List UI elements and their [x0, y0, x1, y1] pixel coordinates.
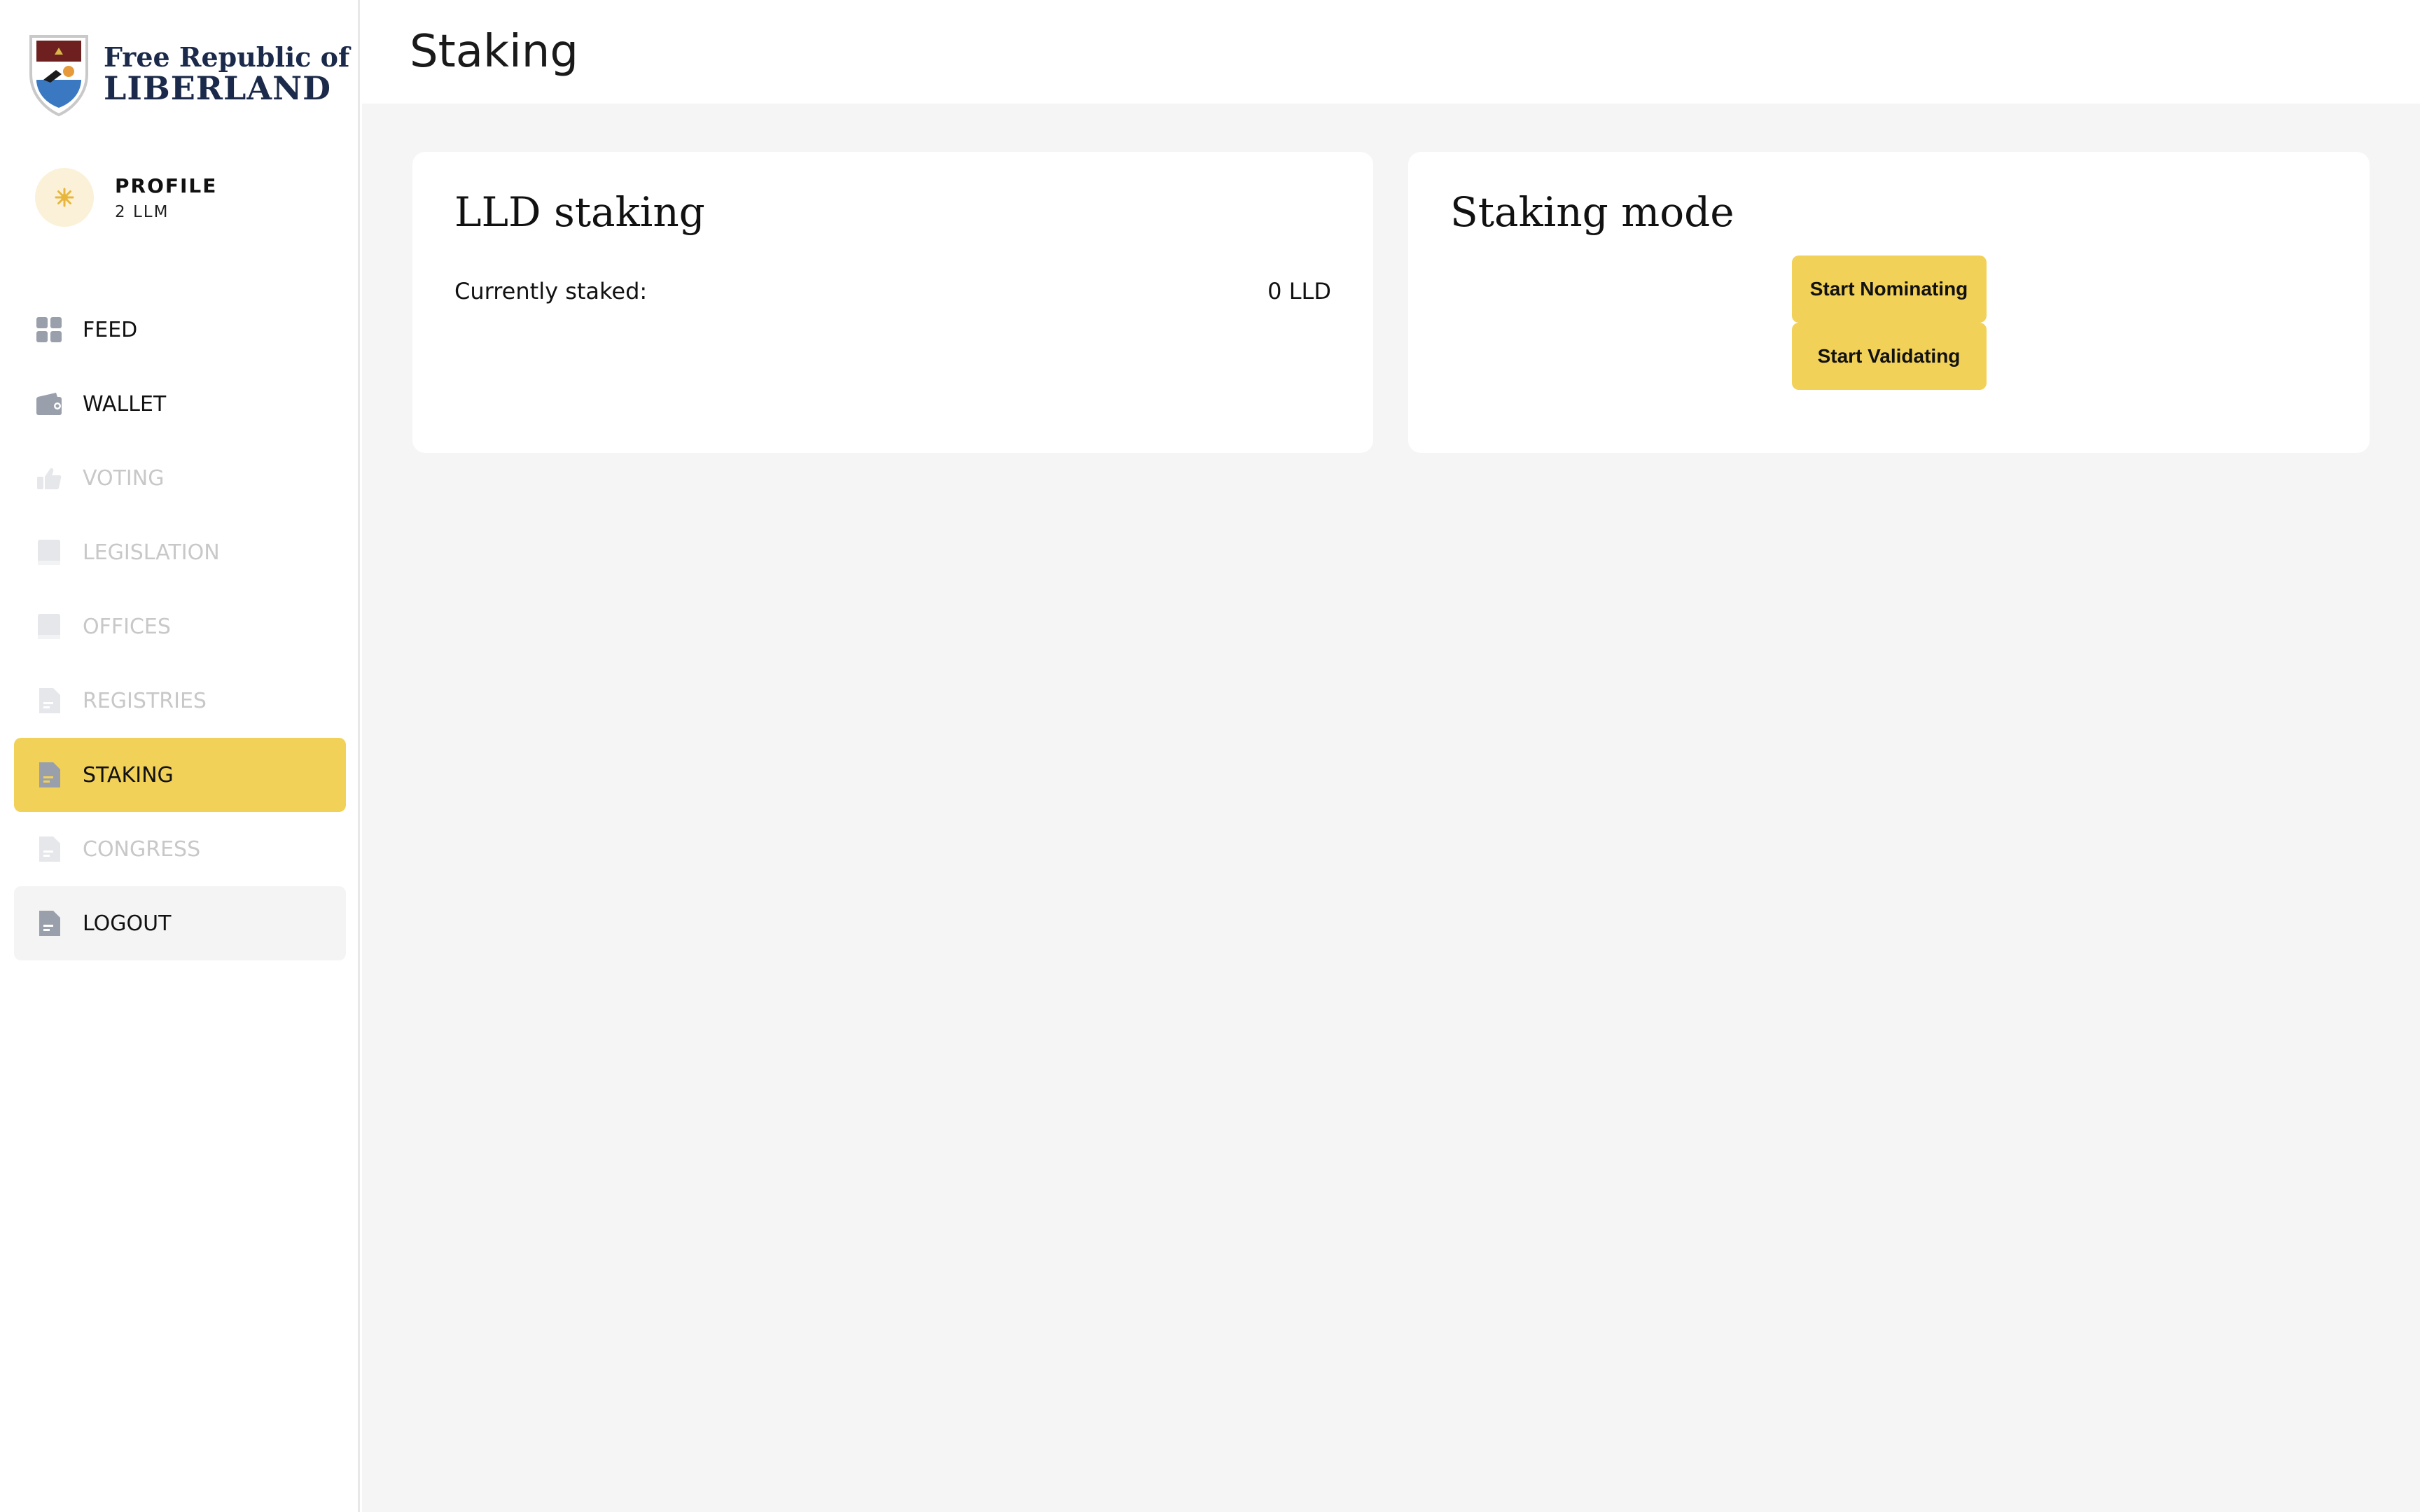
document-icon [35, 761, 63, 789]
sun-icon [55, 188, 74, 207]
sidebar-item-voting[interactable]: VOTING [14, 441, 346, 515]
sidebar-item-label: VOTING [83, 465, 165, 491]
sidebar: Free Republic of LIBERLAND PROFILE 2 LLM… [0, 0, 360, 1512]
logo-text: Free Republic of LIBERLAND [104, 41, 350, 107]
currently-staked-label: Currently staked: [454, 278, 648, 304]
main-content: Staking LLD staking Currently staked: 0 … [362, 0, 2420, 1512]
profile-name: PROFILE [115, 174, 218, 197]
sidebar-item-wallet[interactable]: WALLET [14, 367, 346, 441]
sidebar-item-congress[interactable]: CONGRESS [14, 812, 346, 886]
app-root: Free Republic of LIBERLAND PROFILE 2 LLM… [0, 0, 2420, 1512]
profile-balance: 2 LLM [115, 202, 169, 221]
sidebar-item-label: FEED [83, 317, 138, 342]
liberland-shield-icon [29, 35, 88, 117]
profile-section[interactable]: PROFILE 2 LLM [35, 168, 217, 227]
page-header: Staking [362, 0, 2420, 104]
sidebar-item-logout[interactable]: LOGOUT [14, 886, 346, 960]
avatar[interactable] [35, 168, 94, 227]
thumbs-up-icon [35, 464, 63, 492]
sidebar-item-label: OFFICES [83, 614, 171, 639]
document-icon [35, 687, 63, 715]
lld-staking-title: LLD staking [454, 188, 705, 236]
profile-text: PROFILE 2 LLM [115, 174, 217, 221]
staking-mode-card: Staking mode Start Nominating Start Vali… [1408, 152, 2370, 453]
page-title: Staking [410, 26, 578, 78]
sidebar-item-label: WALLET [83, 391, 167, 416]
sidebar-item-label: STAKING [83, 762, 174, 788]
document-icon [35, 835, 63, 863]
start-nominating-button[interactable]: Start Nominating [1791, 255, 1987, 323]
staking-mode-buttons: Start Nominating Start Validating [1408, 255, 2370, 390]
sidebar-item-label: REGISTRIES [83, 688, 207, 713]
logo-line-1: Free Republic of [104, 41, 350, 73]
sidebar-item-staking[interactable]: STAKING [14, 738, 346, 812]
sidebar-nav: FEED WALLET VOTING LEGISLATION OFFICES R… [14, 293, 346, 960]
book-icon [35, 538, 63, 566]
staking-mode-title: Staking mode [1450, 188, 1734, 236]
sidebar-item-legislation[interactable]: LEGISLATION [14, 515, 346, 589]
grid-icon [35, 316, 63, 344]
sidebar-item-feed[interactable]: FEED [14, 293, 346, 367]
book-icon [35, 612, 63, 640]
wallet-icon [35, 390, 63, 418]
start-validating-button[interactable]: Start Validating [1791, 323, 1987, 390]
sidebar-item-offices[interactable]: OFFICES [14, 589, 346, 664]
document-icon [35, 909, 63, 937]
sidebar-item-label: LOGOUT [83, 911, 172, 936]
sidebar-item-label: CONGRESS [83, 836, 201, 862]
sidebar-item-registries[interactable]: REGISTRIES [14, 664, 346, 738]
logo-line-2: LIBERLAND [104, 69, 332, 107]
currently-staked-value: 0 LLD [1267, 278, 1331, 304]
liberland-logo[interactable]: Free Republic of LIBERLAND [27, 31, 349, 118]
lld-staking-card: LLD staking Currently staked: 0 LLD [412, 152, 1373, 453]
currently-staked-row: Currently staked: 0 LLD [454, 278, 1331, 304]
sidebar-item-label: LEGISLATION [83, 540, 220, 565]
